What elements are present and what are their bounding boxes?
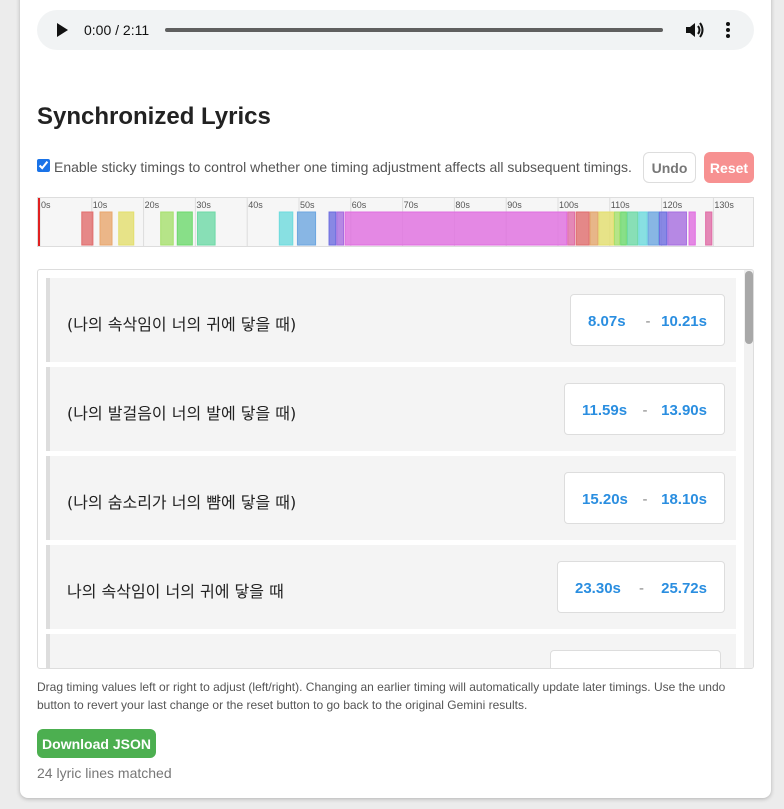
timeline-tick-label: 50s bbox=[300, 200, 315, 210]
timeline-tick-label: 120s bbox=[663, 200, 683, 210]
timeline-segment[interactable] bbox=[659, 211, 668, 246]
sticky-timings-checkbox[interactable] bbox=[37, 159, 50, 172]
sticky-timings-row: Enable sticky timings to control whether… bbox=[37, 152, 754, 183]
download-json-button[interactable]: Download JSON bbox=[37, 729, 156, 758]
audio-time-display: 0:00 / 2:11 bbox=[84, 22, 150, 38]
timeline-segment[interactable] bbox=[688, 211, 696, 246]
lyrics-sync-panel: 0:00 / 2:11 Synchronized Lyrics Enable s… bbox=[20, 0, 771, 798]
timeline-segment[interactable] bbox=[626, 211, 639, 246]
time-separator: - bbox=[642, 402, 648, 419]
timeline-chart[interactable]: 0s 10s 20s 30s 40s 50s 60s 70s 80s 90s 100s 110s 120… bbox=[38, 198, 753, 246]
time-separator: - bbox=[642, 491, 648, 508]
timeline-segment[interactable] bbox=[176, 211, 193, 246]
timeline-tick-label: 110s bbox=[611, 200, 630, 210]
timeline-tick-label: 0s bbox=[41, 200, 51, 210]
matched-count: 24 lyric lines matched bbox=[37, 765, 172, 781]
timeline-segment[interactable] bbox=[196, 211, 216, 246]
timing-timeline[interactable]: 0s 10s 20s 30s 40s 50s 60s 70s 80s 90s 100s 110s 120… bbox=[37, 197, 754, 247]
timeline-tick-label: 60s bbox=[352, 200, 367, 210]
timeline-segment[interactable] bbox=[81, 211, 94, 246]
lyric-text: (나의 숨소리가 너의 뺨에 닿을 때) bbox=[67, 493, 297, 512]
lyric-row: 나의 속삭임이 너의 귀에 닿을 때 23.30s -25.72s bbox=[46, 545, 736, 629]
list-scrollbar[interactable] bbox=[744, 270, 753, 668]
timeline-segment[interactable] bbox=[575, 211, 590, 246]
end-time[interactable]: 13.90s bbox=[661, 402, 707, 419]
audio-player[interactable]: 0:00 / 2:11 bbox=[37, 10, 754, 50]
reset-button[interactable]: Reset bbox=[704, 152, 754, 183]
lyric-text: (나의 속삭임이 너의 귀에 닿을 때) bbox=[67, 315, 297, 334]
timeline-segment[interactable] bbox=[344, 211, 568, 246]
timeline-segment[interactable] bbox=[705, 211, 713, 246]
timeline-segment[interactable] bbox=[118, 211, 135, 246]
start-time[interactable]: 8.07s bbox=[588, 313, 626, 330]
section-title: Synchronized Lyrics bbox=[37, 103, 271, 130]
audio-progress-bar[interactable] bbox=[165, 28, 663, 32]
end-time[interactable]: 18.10s bbox=[661, 491, 707, 508]
timeline-tick-label: 30s bbox=[196, 200, 211, 210]
sticky-timings-label[interactable]: Enable sticky timings to control whether… bbox=[54, 159, 632, 175]
timeline-tick-label: 40s bbox=[248, 200, 263, 210]
timeline-tick-label: 10s bbox=[93, 200, 108, 210]
timeline-segment[interactable] bbox=[567, 211, 576, 246]
timing-box: 15.20s -18.10s bbox=[564, 472, 725, 524]
timeline-segment[interactable] bbox=[99, 211, 113, 246]
timeline-segment[interactable] bbox=[160, 211, 174, 246]
timeline-segment[interactable] bbox=[647, 211, 659, 246]
lyric-row-partial bbox=[46, 634, 736, 668]
time-separator: - bbox=[639, 580, 644, 597]
scrollbar-thumb[interactable] bbox=[745, 271, 753, 344]
timeline-tick-label: 70s bbox=[404, 200, 419, 210]
timeline-segment[interactable] bbox=[278, 211, 294, 246]
timeline-segment[interactable] bbox=[328, 211, 337, 246]
lyrics-list[interactable]: (나의 속삭임이 너의 귀에 닿을 때) 8.07s -10.21s (나의 발걸음이… bbox=[37, 269, 754, 669]
lyric-row: (나의 숨소리가 너의 뺨에 닿을 때) 15.20s -18.10s bbox=[46, 456, 736, 540]
end-time[interactable]: 10.21s bbox=[661, 313, 707, 330]
help-text: Drag timing values left or right to adju… bbox=[37, 680, 726, 712]
timeline-tick-label: 20s bbox=[145, 200, 160, 210]
play-icon[interactable] bbox=[57, 23, 68, 37]
lyric-row: (나의 발걸음이 너의 발에 닿을 때) 11.59s -13.90s bbox=[46, 367, 736, 451]
timeline-tick-label: 80s bbox=[455, 200, 470, 210]
timeline-tick-label: 90s bbox=[507, 200, 522, 210]
timeline-tick-label: 130s bbox=[714, 200, 734, 210]
timing-box: 23.30s -25.72s bbox=[557, 561, 725, 613]
timeline-segment[interactable] bbox=[638, 211, 648, 246]
undo-button[interactable]: Undo bbox=[643, 152, 696, 183]
more-vertical-icon[interactable] bbox=[723, 20, 733, 40]
timeline-segment[interactable] bbox=[598, 211, 614, 246]
timing-box: 8.07s -10.21s bbox=[570, 294, 725, 346]
timeline-segment[interactable] bbox=[613, 211, 621, 246]
lyric-row: (나의 속삭임이 너의 귀에 닿을 때) 8.07s -10.21s bbox=[46, 278, 736, 362]
lyric-text: 나의 속삭임이 너의 귀에 닿을 때 bbox=[67, 582, 284, 601]
start-time[interactable]: 15.20s bbox=[582, 491, 628, 508]
timeline-segment[interactable] bbox=[667, 211, 687, 246]
timing-box: 11.59s -13.90s bbox=[564, 383, 725, 435]
end-time[interactable]: 25.72s bbox=[661, 580, 707, 597]
timing-box[interactable] bbox=[550, 650, 721, 668]
timeline-tick-label: 100s bbox=[559, 200, 579, 210]
timeline-segment[interactable] bbox=[296, 211, 317, 246]
volume-icon[interactable] bbox=[685, 21, 705, 39]
time-separator: - bbox=[645, 313, 651, 330]
lyric-text: (나의 발걸음이 너의 발에 닿을 때) bbox=[67, 404, 297, 423]
timeline-segment[interactable] bbox=[589, 211, 599, 246]
timeline-segment[interactable] bbox=[336, 211, 345, 246]
start-time[interactable]: 11.59s bbox=[582, 402, 627, 419]
start-time[interactable]: 23.30s bbox=[575, 580, 621, 597]
timeline-segment[interactable] bbox=[620, 211, 627, 246]
